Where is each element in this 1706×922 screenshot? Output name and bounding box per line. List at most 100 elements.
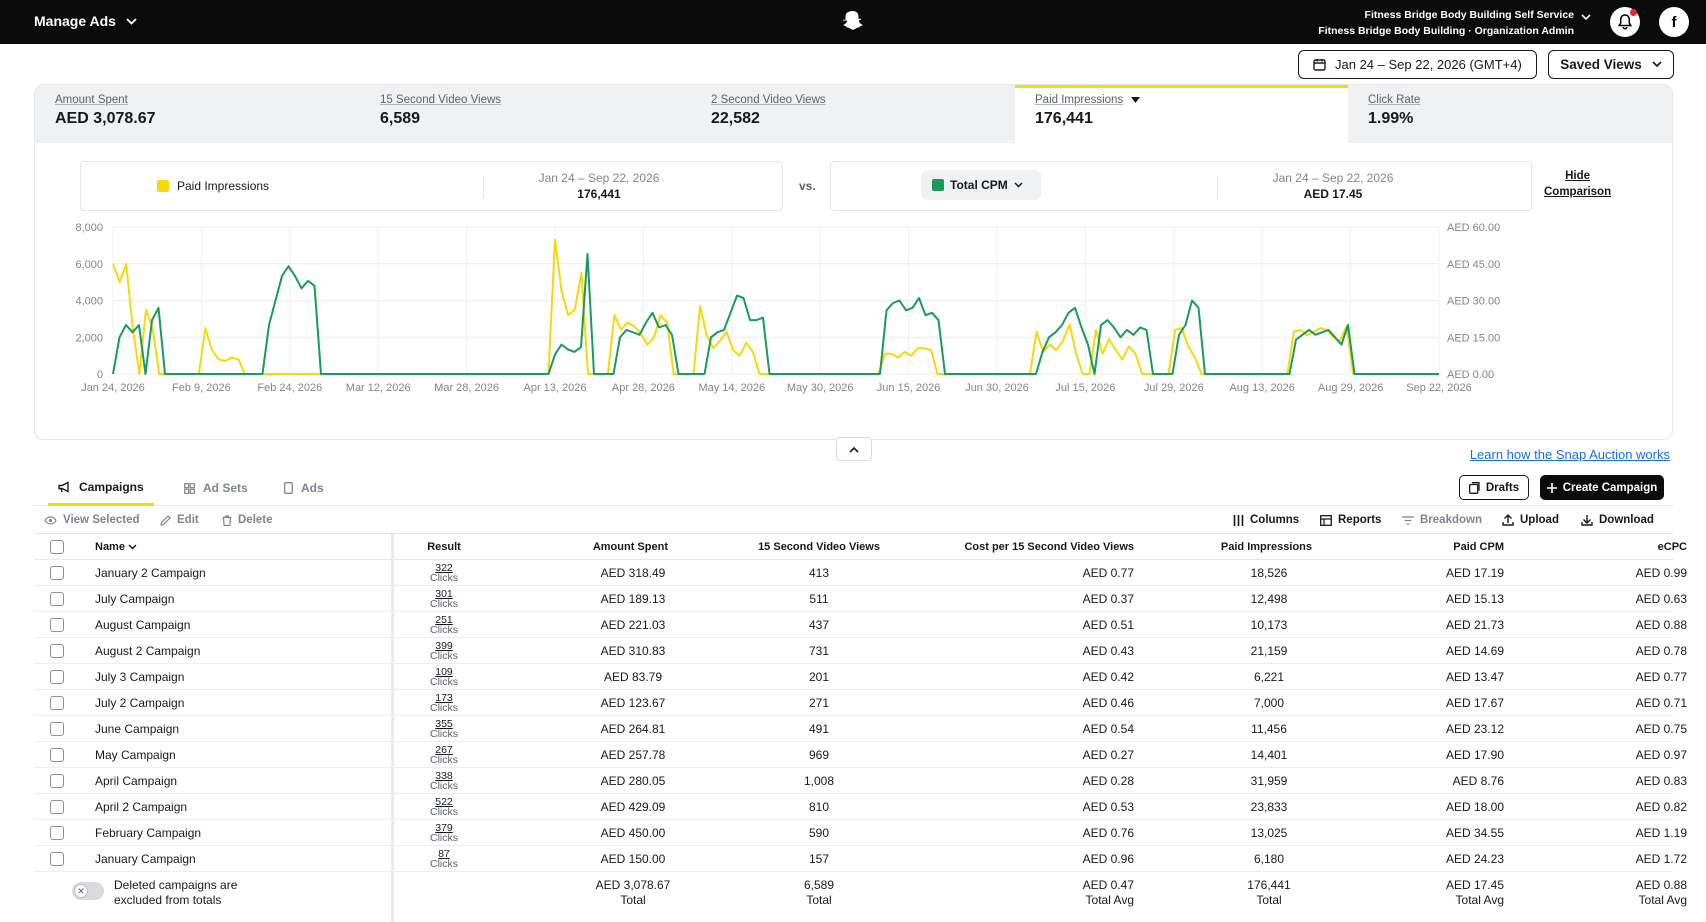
- campaign-name[interactable]: April 2 Campaign: [95, 794, 187, 820]
- column-header-amount-spent[interactable]: Amount Spent: [494, 534, 668, 560]
- result-cell[interactable]: 109 Clicks: [414, 667, 474, 688]
- metric-paid-impressions[interactable]: Paid Impressions 176,441: [1015, 85, 1348, 143]
- result-cell[interactable]: 87 Clicks: [414, 849, 474, 870]
- metric-label: 15 Second Video Views: [380, 94, 502, 106]
- compare-metric-dropdown[interactable]: Total CPM: [921, 170, 1041, 200]
- ecpc: AED 1.19: [1635, 826, 1687, 840]
- row-checkbox[interactable]: [50, 852, 64, 866]
- column-header-ecpc[interactable]: eCPC: [1504, 534, 1687, 560]
- row-checkbox[interactable]: [50, 774, 64, 788]
- chevron-down-icon[interactable]: [1581, 14, 1591, 21]
- avatar[interactable]: f: [1659, 7, 1689, 37]
- upload-button[interactable]: Upload: [1502, 506, 1559, 534]
- campaign-name[interactable]: May Campaign: [95, 742, 176, 768]
- result-cell[interactable]: 173 Clicks: [414, 693, 474, 714]
- result-cell[interactable]: 301 Clicks: [414, 589, 474, 610]
- divider: [1217, 176, 1218, 198]
- tab-ad-sets[interactable]: Ad Sets: [174, 470, 258, 506]
- campaign-name[interactable]: July Campaign: [95, 586, 174, 612]
- date-range-picker[interactable]: Jan 24 – Sep 22, 2026 (GMT+4): [1298, 50, 1537, 79]
- table-row[interactable]: January 2 Campaign 322 Clicks AED 318.49 …: [34, 560, 1687, 586]
- columns-button[interactable]: Columns: [1233, 506, 1299, 534]
- column-header-paid-cpm[interactable]: Paid CPM: [1312, 534, 1504, 560]
- row-checkbox[interactable]: [50, 644, 64, 658]
- tab-ads[interactable]: Ads: [274, 470, 334, 506]
- organization-switcher[interactable]: Fitness Bridge Body Building Self Servic…: [1318, 7, 1574, 39]
- table-row[interactable]: April Campaign 338 Clicks AED 280.05 1,00…: [34, 768, 1687, 794]
- metric-click-rate[interactable]: Click Rate 1.99%: [1348, 85, 1672, 143]
- column-header-name[interactable]: Name: [95, 534, 137, 560]
- hide-comparison-link[interactable]: Hide Comparison: [1544, 168, 1611, 200]
- reports-button[interactable]: Reports: [1320, 506, 1381, 534]
- result-cell[interactable]: 399 Clicks: [414, 641, 474, 662]
- campaign-name[interactable]: January 2 Campaign: [95, 560, 206, 586]
- delete-button[interactable]: Delete: [222, 506, 273, 534]
- column-header-paid-impressions[interactable]: Paid Impressions: [1134, 534, 1312, 560]
- metric-15s-video-views[interactable]: 15 Second Video Views 6,589: [360, 85, 691, 143]
- result-cell[interactable]: 338 Clicks: [414, 771, 474, 792]
- create-campaign-button[interactable]: Create Campaign: [1540, 475, 1664, 500]
- amount-spent: AED 318.49: [600, 566, 666, 580]
- table-row[interactable]: July 2 Campaign 173 Clicks AED 123.67 271…: [34, 690, 1687, 716]
- row-checkbox[interactable]: [50, 566, 64, 580]
- campaign-name[interactable]: August Campaign: [95, 612, 190, 638]
- result-cell[interactable]: 522 Clicks: [414, 797, 474, 818]
- caret-down-icon[interactable]: [1131, 97, 1141, 103]
- tab-campaigns[interactable]: Campaigns: [48, 470, 154, 506]
- snapchat-ghost-icon[interactable]: [842, 10, 863, 37]
- row-checkbox[interactable]: [50, 696, 64, 710]
- table-row[interactable]: January Campaign 87 Clicks AED 150.00 157…: [34, 846, 1687, 872]
- saved-views-dropdown[interactable]: Saved Views: [1548, 50, 1674, 79]
- column-header-result[interactable]: Result: [414, 534, 474, 560]
- row-checkbox[interactable]: [50, 722, 64, 736]
- collapse-chart-button[interactable]: [836, 437, 872, 461]
- row-checkbox[interactable]: [50, 592, 64, 606]
- table-row[interactable]: June Campaign 355 Clicks AED 264.81 491 A…: [34, 716, 1687, 742]
- download-button[interactable]: Download: [1581, 506, 1654, 534]
- row-checkbox[interactable]: [50, 800, 64, 814]
- cost-per-15s-view: AED 0.42: [1082, 670, 1134, 684]
- campaign-name[interactable]: January Campaign: [95, 846, 196, 872]
- row-checkbox[interactable]: [50, 618, 64, 632]
- ecpc: AED 0.75: [1635, 722, 1687, 736]
- include-deleted-toggle[interactable]: ✕: [72, 882, 104, 900]
- table-row[interactable]: February Campaign 379 Clicks AED 450.00 5…: [34, 820, 1687, 846]
- manage-ads-menu[interactable]: Manage Ads: [34, 13, 137, 29]
- view-selected-button[interactable]: View Selected: [44, 506, 140, 534]
- table-row[interactable]: May Campaign 267 Clicks AED 257.78 969 AE…: [34, 742, 1687, 768]
- campaign-name[interactable]: July 2 Campaign: [95, 690, 184, 716]
- metric-2s-video-views[interactable]: 2 Second Video Views 22,582: [691, 85, 1015, 143]
- metric-amount-spent[interactable]: Amount Spent AED 3,078.67: [35, 85, 360, 143]
- comparison-date: Jan 24 – Sep 22, 2026: [1272, 171, 1394, 185]
- result-cell[interactable]: 355 Clicks: [414, 719, 474, 740]
- ecpc: AED 0.99: [1635, 566, 1687, 580]
- 15s-video-views: 201: [808, 670, 830, 684]
- campaign-name[interactable]: February Campaign: [95, 820, 201, 846]
- breakdown-button[interactable]: Breakdown: [1402, 506, 1482, 534]
- result-cell[interactable]: 267 Clicks: [414, 745, 474, 766]
- column-header-15s-views[interactable]: 15 Second Video Views: [724, 534, 914, 560]
- table-row[interactable]: July 3 Campaign 109 Clicks AED 83.79 201 …: [34, 664, 1687, 690]
- result-cell[interactable]: 322 Clicks: [414, 563, 474, 584]
- campaign-name[interactable]: April Campaign: [95, 768, 177, 794]
- select-all-checkbox[interactable]: [50, 540, 64, 554]
- result-cell[interactable]: 379 Clicks: [414, 823, 474, 844]
- edit-button[interactable]: Edit: [160, 506, 199, 534]
- learn-snap-auction-link[interactable]: Learn how the Snap Auction works: [1470, 447, 1670, 462]
- notifications-button[interactable]: [1610, 7, 1640, 37]
- campaign-name[interactable]: June Campaign: [95, 716, 179, 742]
- column-header-cost-per-15s-view[interactable]: Cost per 15 Second Video Views: [914, 534, 1134, 560]
- row-checkbox[interactable]: [50, 670, 64, 684]
- row-checkbox[interactable]: [50, 826, 64, 840]
- drafts-button[interactable]: Drafts: [1459, 475, 1529, 500]
- result-cell[interactable]: 251 Clicks: [414, 615, 474, 636]
- table-row[interactable]: August 2 Campaign 399 Clicks AED 310.83 7…: [34, 638, 1687, 664]
- table-row[interactable]: August Campaign 251 Clicks AED 221.03 437…: [34, 612, 1687, 638]
- table-row[interactable]: April 2 Campaign 522 Clicks AED 429.09 81…: [34, 794, 1687, 820]
- table-row[interactable]: July Campaign 301 Clicks AED 189.13 511 A…: [34, 586, 1687, 612]
- phone-icon: [284, 482, 293, 494]
- total-ecpc: AED 0.88 Total Avg: [1537, 878, 1687, 908]
- row-checkbox[interactable]: [50, 748, 64, 762]
- campaign-name[interactable]: August 2 Campaign: [95, 638, 200, 664]
- campaign-name[interactable]: July 3 Campaign: [95, 664, 184, 690]
